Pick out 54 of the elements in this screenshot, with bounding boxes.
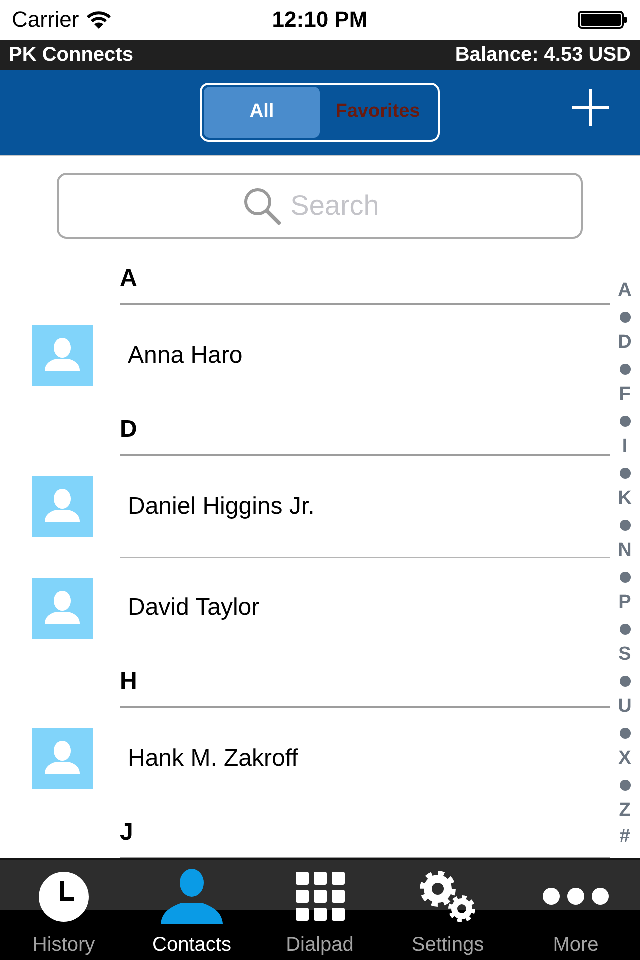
dot-icon	[620, 364, 630, 374]
contact-name[interactable]: Anna Haro	[128, 340, 243, 370]
tab-bar-item[interactable]: More	[512, 860, 640, 960]
avatar-icon	[32, 325, 93, 386]
contact-name[interactable]: David Taylor	[128, 593, 260, 623]
dot-icon	[620, 416, 630, 426]
person-icon	[161, 869, 223, 924]
index-letter[interactable]: Z	[619, 800, 631, 822]
index-letter[interactable]: F	[619, 384, 631, 406]
tab-bar-item[interactable]: History	[0, 860, 128, 960]
section-letter: H	[120, 669, 138, 695]
carrier-label: Carrier	[12, 7, 80, 33]
dot-icon	[620, 676, 630, 686]
index-letter[interactable]: K	[618, 488, 632, 510]
avatar-icon	[32, 728, 93, 789]
clock-icon	[39, 872, 89, 922]
section-letter: A	[120, 266, 138, 292]
contact-name[interactable]: Hank M. Zakroff	[128, 744, 298, 774]
dot-icon	[620, 780, 630, 790]
wifi-icon	[87, 11, 112, 29]
app-title: PK Connects	[9, 43, 134, 67]
index-letter[interactable]: I	[622, 436, 628, 458]
keypad-icon	[296, 872, 344, 921]
dot-icon	[620, 572, 630, 582]
index-letter[interactable]: A	[618, 280, 632, 302]
dot-icon	[620, 520, 630, 530]
segment-tab[interactable]: All	[204, 87, 320, 138]
tab-bar-item[interactable]: Settings	[384, 860, 512, 960]
battery-icon	[578, 11, 628, 29]
dot-icon	[620, 468, 630, 478]
index-letter[interactable]: N	[618, 540, 632, 562]
index-letter[interactable]: U	[618, 696, 632, 718]
section-letter: J	[120, 820, 134, 846]
more-icon	[543, 888, 609, 905]
index-letter[interactable]: P	[618, 592, 632, 614]
search-field[interactable]: Search	[57, 172, 583, 238]
dot-icon	[620, 624, 630, 634]
avatar-icon	[32, 476, 93, 537]
plus-icon[interactable]	[572, 89, 609, 126]
index-letter[interactable]: D	[618, 332, 632, 354]
contact-name[interactable]: Daniel Higgins Jr.	[128, 492, 315, 522]
tab-bar-item[interactable]: Dialpad	[256, 860, 384, 960]
avatar-icon	[32, 578, 93, 638]
balance-label: Balance: 4.53 USD	[455, 43, 631, 67]
dot-icon	[620, 728, 630, 738]
index-letter[interactable]: S	[618, 644, 632, 666]
section-letter: D	[120, 417, 138, 443]
tab-bar-item[interactable]: Contacts	[128, 860, 256, 960]
index-letter[interactable]: X	[618, 748, 632, 770]
dot-icon	[620, 312, 630, 322]
time-label: 12:10 PM	[272, 7, 368, 33]
gears-icon	[420, 870, 476, 922]
index-letter[interactable]: #	[620, 826, 630, 848]
search-icon	[243, 186, 281, 224]
